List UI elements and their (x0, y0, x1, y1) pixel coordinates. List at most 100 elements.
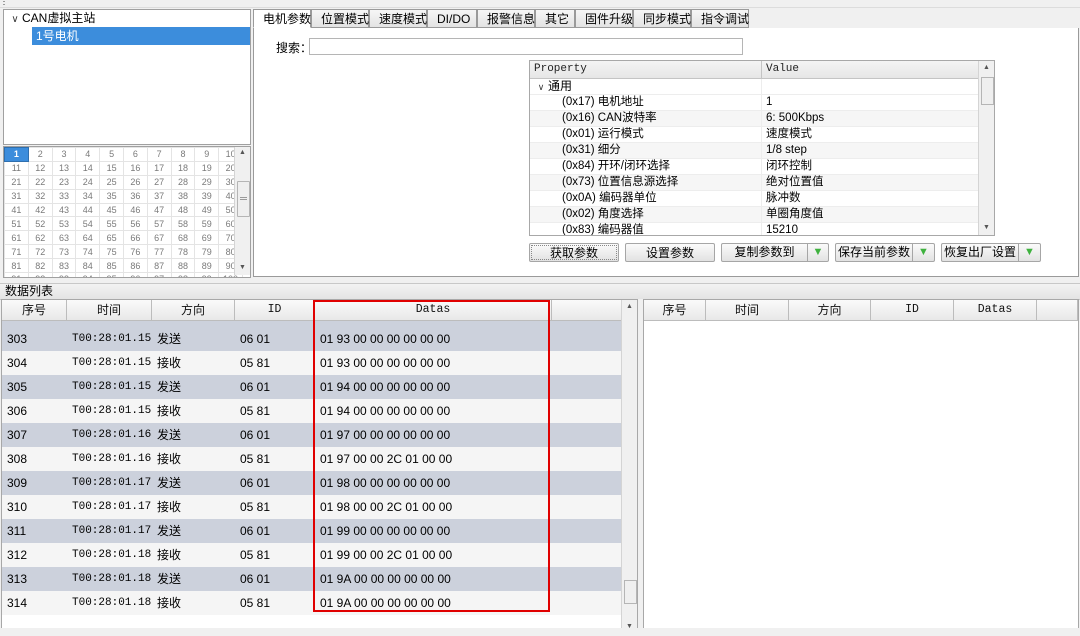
search-input[interactable] (309, 38, 743, 55)
node-id-cell-49[interactable]: 49 (194, 202, 220, 218)
restore-factory-settings-label[interactable]: 恢复出厂设置 (942, 244, 1018, 261)
node-id-cell-74[interactable]: 74 (75, 244, 101, 260)
property-row[interactable]: (0x84) 开环/闭环选择 闭环控制 (530, 159, 994, 175)
table-row[interactable]: 306 T00:28:01.159… 接收 05 81 01 94 00 00 00 0… (2, 399, 637, 423)
node-id-cell-81[interactable]: 81 (4, 258, 29, 274)
node-id-cell-13[interactable]: 13 (51, 160, 77, 176)
node-id-cell-76[interactable]: 76 (122, 244, 148, 260)
table-row[interactable]: 305 T00:28:01.158… 发送 06 01 01 94 00 00 00 0… (2, 375, 637, 399)
property-value[interactable]: 闭环控制 (762, 159, 980, 174)
node-id-cell-62[interactable]: 62 (27, 230, 53, 246)
node-id-cell-54[interactable]: 54 (75, 216, 101, 232)
node-id-cell-9[interactable]: 9 (194, 147, 220, 162)
node-id-cell-23[interactable]: 23 (51, 174, 77, 190)
copy-params-to-split-button[interactable]: 复制参数到 ▼ (721, 243, 829, 262)
property-value[interactable]: 绝对位置值 (762, 175, 980, 190)
node-id-cell-7[interactable]: 7 (146, 147, 172, 162)
node-id-cell-89[interactable]: 89 (194, 258, 220, 274)
node-id-cell-36[interactable]: 36 (122, 188, 148, 204)
table-row[interactable]: 312 T00:28:01.180… 接收 05 81 01 99 00 00 2C 0… (2, 543, 637, 567)
node-id-cell-95[interactable]: 95 (99, 272, 124, 277)
node-id-cell-64[interactable]: 64 (75, 230, 101, 246)
column-header-Datas[interactable]: Datas (315, 300, 552, 320)
tab-3[interactable]: DI/DO (427, 9, 477, 28)
column-header-value[interactable]: Value (762, 61, 980, 78)
node-id-cell-1[interactable]: 1 (4, 147, 29, 162)
node-id-grid[interactable]: 1 2 3 4 5 6 7 8 9 10 11 12 13 14 15 16 17 18 19 20 21 22 23 24 2… (3, 146, 251, 278)
property-value[interactable]: 15210 (762, 223, 980, 235)
node-id-cell-2[interactable]: 2 (27, 147, 53, 162)
node-id-cell-99[interactable]: 99 (194, 272, 220, 277)
tab-4[interactable]: 报警信息 (477, 9, 535, 28)
node-id-cell-8[interactable]: 8 (170, 147, 196, 162)
property-row[interactable]: (0x02) 角度选择 单圈角度值 (530, 207, 994, 223)
node-id-cell-69[interactable]: 69 (194, 230, 220, 246)
node-id-cell-21[interactable]: 21 (4, 174, 29, 190)
data-table-right[interactable]: 序号 时间 方向 ID Datas (643, 299, 1079, 635)
node-id-cell-96[interactable]: 96 (122, 272, 148, 277)
chevron-down-icon[interactable]: ▼ (1019, 244, 1040, 261)
property-grid[interactable]: Property Value ∨ 通用 (0x17) 电机地址 1 (0x16) CAN… (529, 60, 995, 236)
property-grid-scrollbar[interactable]: ▲ ▼ (978, 61, 994, 235)
scrollbar-thumb[interactable] (624, 580, 637, 604)
node-id-cell-71[interactable]: 71 (4, 244, 29, 260)
node-id-cell-44[interactable]: 44 (75, 202, 101, 218)
node-id-cell-91[interactable]: 91 (4, 272, 29, 277)
node-id-cell-83[interactable]: 83 (51, 258, 77, 274)
scroll-up-icon[interactable]: ▲ (979, 61, 994, 75)
node-id-cell-16[interactable]: 16 (122, 160, 148, 176)
property-row[interactable]: (0x16) CAN波特率 6: 500Kbps (530, 111, 994, 127)
node-id-cell-75[interactable]: 75 (99, 244, 124, 260)
node-id-cell-82[interactable]: 82 (27, 258, 53, 274)
node-id-cell-47[interactable]: 47 (146, 202, 172, 218)
node-id-cell-33[interactable]: 33 (51, 188, 77, 204)
node-id-cell-17[interactable]: 17 (146, 160, 172, 176)
table-row[interactable]: 309 T00:28:01.172… 发送 06 01 01 98 00 00 00 0… (2, 471, 637, 495)
node-id-cell-14[interactable]: 14 (75, 160, 101, 176)
node-grid-scrollbar[interactable]: ▲ ▼ (234, 147, 250, 275)
node-id-cell-18[interactable]: 18 (170, 160, 196, 176)
node-id-cell-52[interactable]: 52 (27, 216, 53, 232)
property-row[interactable]: (0x31) 细分 1/8 step (530, 143, 994, 159)
tab-7[interactable]: 同步模式 (633, 9, 691, 28)
node-id-cell-34[interactable]: 34 (75, 188, 101, 204)
column-header-方向[interactable]: 方向 (789, 300, 871, 320)
node-id-cell-88[interactable]: 88 (170, 258, 196, 274)
chevron-down-icon[interactable]: ∨ (534, 80, 548, 95)
node-id-cell-24[interactable]: 24 (75, 174, 101, 190)
chevron-down-icon[interactable]: ∨ (8, 11, 22, 28)
node-id-cell-94[interactable]: 94 (75, 272, 101, 277)
node-id-cell-42[interactable]: 42 (27, 202, 53, 218)
data-table-left[interactable]: 序号时间方向IDDatas 303 T00:28:01.151… 发送 06 01 01… (1, 299, 638, 635)
node-id-cell-31[interactable]: 31 (4, 188, 29, 204)
node-id-cell-73[interactable]: 73 (51, 244, 77, 260)
node-id-cell-45[interactable]: 45 (99, 202, 124, 218)
property-value[interactable]: 6: 500Kbps (762, 111, 980, 126)
node-id-cell-86[interactable]: 86 (122, 258, 148, 274)
node-id-cell-68[interactable]: 68 (170, 230, 196, 246)
property-group-row[interactable]: ∨ 通用 (530, 79, 994, 95)
node-id-cell-19[interactable]: 19 (194, 160, 220, 176)
node-id-cell-58[interactable]: 58 (170, 216, 196, 232)
property-row[interactable]: (0x83) 编码器值 15210 (530, 223, 994, 235)
column-header-ID[interactable]: ID (871, 300, 954, 320)
tab-2[interactable]: 速度模式 (369, 9, 427, 28)
node-id-cell-55[interactable]: 55 (99, 216, 124, 232)
property-row[interactable]: (0x01) 运行模式 速度模式 (530, 127, 994, 143)
chevron-down-icon[interactable]: ▼ (913, 244, 934, 261)
node-id-cell-48[interactable]: 48 (170, 202, 196, 218)
table-row[interactable]: 311 T00:28:01.179… 发送 06 01 01 99 00 00 00 0… (2, 519, 637, 543)
tree-root-node[interactable]: ∨ CAN虚拟主站 (4, 10, 250, 27)
node-id-cell-66[interactable]: 66 (122, 230, 148, 246)
node-id-cell-38[interactable]: 38 (170, 188, 196, 204)
node-id-cell-57[interactable]: 57 (146, 216, 172, 232)
column-header-blank[interactable] (552, 300, 623, 320)
node-id-cell-78[interactable]: 78 (170, 244, 196, 260)
property-value[interactable]: 1 (762, 95, 980, 110)
scroll-down-icon[interactable]: ▼ (979, 221, 994, 235)
property-value[interactable]: 单圈角度值 (762, 207, 980, 222)
save-current-params-split-button[interactable]: 保存当前参数 ▼ (835, 243, 935, 262)
node-id-cell-56[interactable]: 56 (122, 216, 148, 232)
save-current-params-label[interactable]: 保存当前参数 (836, 244, 912, 261)
table-row[interactable]: 308 T00:28:01.166… 接收 05 81 01 97 00 00 2C 0… (2, 447, 637, 471)
